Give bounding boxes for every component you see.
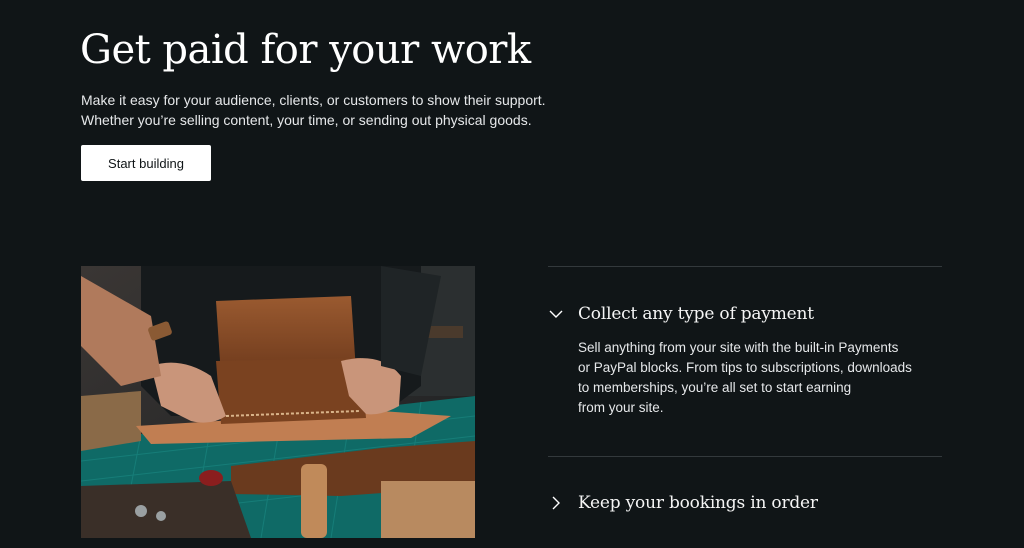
chevron-down-icon — [548, 306, 564, 322]
accordion-body-line: from your site. — [578, 400, 664, 415]
leather-craft-photo — [81, 266, 475, 538]
accordion-header-payments[interactable]: Collect any type of payment — [548, 304, 942, 324]
accordion-title: Collect any type of payment — [578, 304, 814, 324]
features-accordion: Collect any type of payment Sell anythin… — [548, 266, 942, 548]
accordion-body: Sell anything from your site with the bu… — [578, 338, 942, 418]
start-building-button[interactable]: Start building — [81, 145, 211, 181]
hero-subtitle-line: Make it easy for your audience, clients,… — [81, 92, 546, 108]
accordion-body-line: Sell anything from your site with the bu… — [578, 340, 899, 355]
accordion-header-bookings[interactable]: Keep your bookings in order — [548, 493, 942, 513]
accordion-item-bookings: Keep your bookings in order — [548, 457, 942, 548]
accordion-body-line: or PayPal blocks. From tips to subscript… — [578, 360, 912, 375]
hero-subtitle-line: Whether you’re selling content, your tim… — [81, 112, 532, 128]
hero-subtitle: Make it easy for your audience, clients,… — [81, 90, 601, 130]
chevron-right-icon — [548, 495, 564, 511]
accordion-title: Keep your bookings in order — [578, 493, 818, 513]
accordion-item-payments: Collect any type of payment Sell anythin… — [548, 267, 942, 456]
accordion-body-line: to memberships, you’re all set to start … — [578, 380, 852, 395]
page-title: Get paid for your work — [80, 27, 531, 73]
